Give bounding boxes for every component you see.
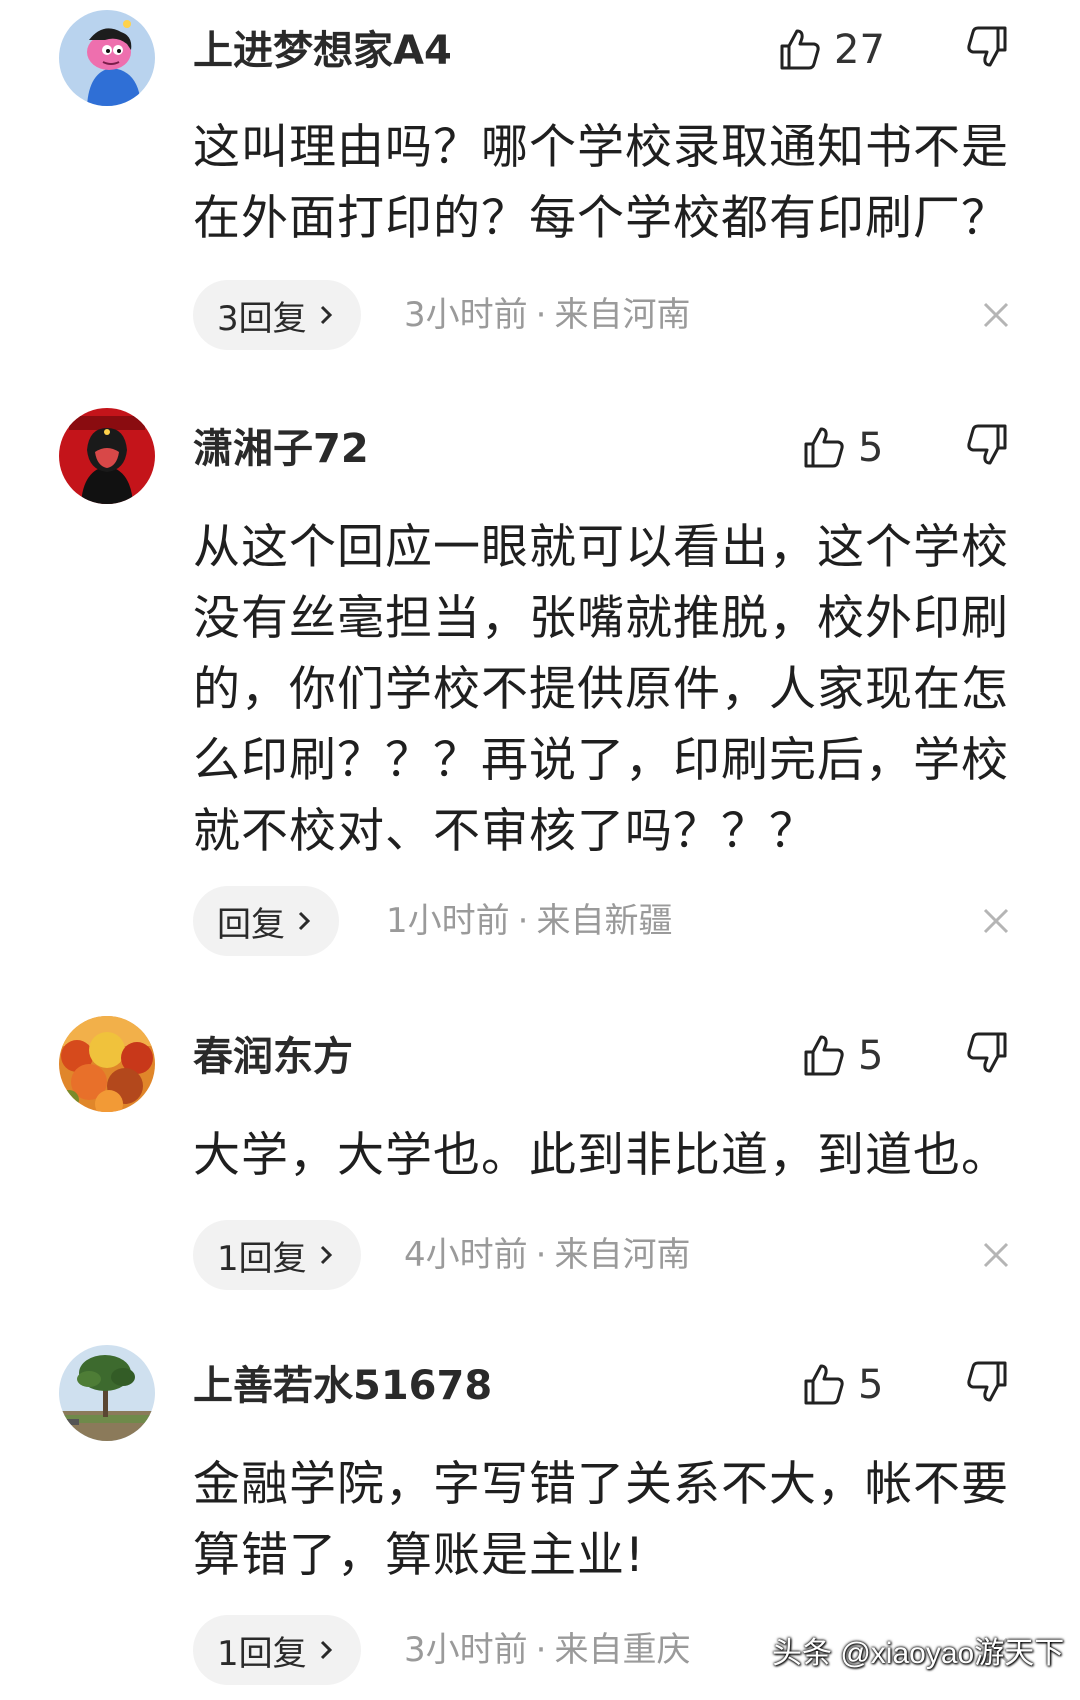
close-icon[interactable] [982,1241,1010,1269]
thumbs-down-icon[interactable] [962,420,1010,468]
comment-meta: 3小时前 · 来自重庆 [404,1615,690,1685]
like-count: 27 [834,27,885,73]
comment-text: 这叫理由吗？哪个学校录取通知书不是 在外面打印的？每个学校都有印刷厂？ [193,112,1013,254]
location: 来自河南 [554,295,691,335]
like-button[interactable]: 5 [800,1028,883,1084]
location: 来自重庆 [554,1630,691,1670]
comment-text: 大学，大学也。此到非比道，到道也。 [193,1120,1013,1191]
timestamp: 4小时前 [404,1235,528,1275]
comment-meta: 1小时前 · 来自新疆 [386,886,672,956]
comment-text: 金融学院，字写错了关系不大，帐不要 算错了，算账是主业! [193,1449,1013,1591]
comment-line: 在外面打印的？每个学校都有印刷厂？ [193,191,1009,246]
comment-line: 金融学院，字写错了关系不大，帐不要 [193,1457,1009,1512]
reply-label: 1回复 [217,1633,307,1674]
username[interactable]: 上进梦想家A4 [193,26,452,76]
reply-label: 回复 [217,904,285,945]
cartoon-character-avatar-icon [59,10,155,106]
comment-line: 没有丝毫担当，张嘴就推脱，校外印刷 [193,591,1009,646]
timestamp: 1小时前 [386,901,510,941]
separator: · [535,1630,547,1670]
comment-meta: 3小时前 · 来自河南 [404,280,690,350]
like-count: 5 [858,1033,884,1079]
username[interactable]: 潇湘子72 [193,424,369,474]
location: 来自新疆 [536,901,673,941]
close-icon[interactable] [982,301,1010,329]
tree-landscape-avatar-icon [59,1345,155,1441]
separator: · [517,901,529,941]
avatar[interactable] [59,408,155,504]
chevron-right-icon [298,911,311,931]
autumn-forest-avatar-icon [59,1016,155,1112]
comment-line: 么印刷？？？再说了，印刷完后，学校 [193,733,1009,788]
reply-label: 3回复 [217,298,307,339]
reply-label: 1回复 [217,1238,307,1279]
separator: · [535,1235,547,1275]
avatar[interactable] [59,10,155,106]
separator: · [535,295,547,335]
timestamp: 3小时前 [404,1630,528,1670]
comment-meta: 4小时前 · 来自河南 [404,1220,690,1290]
comment-footer: 1回复 4小时前 · 来自河南 [0,1220,1080,1290]
comment-line: 大学，大学也。此到非比道，到道也。 [193,1128,1009,1183]
location: 来自河南 [554,1235,691,1275]
timestamp: 3小时前 [404,295,528,335]
thumbs-down-icon[interactable] [962,22,1010,70]
chevron-right-icon [320,1245,332,1265]
username[interactable]: 春润东方 [193,1032,353,1082]
comment-line: 这叫理由吗？哪个学校录取通知书不是 [193,120,1009,175]
like-count: 5 [858,425,884,471]
thumbs-up-icon [780,29,820,70]
comment-line: 从这个回应一眼就可以看出，这个学校 [193,520,1009,575]
reply-button[interactable]: 1回复 [193,1615,361,1685]
like-button[interactable]: 27 [776,22,885,78]
comment-line: 算错了，算账是主业! [193,1528,645,1583]
thumbs-up-icon [804,1364,844,1405]
like-count: 5 [858,1362,884,1408]
comment-text: 从这个回应一眼就可以看出，这个学校 没有丝毫担当，张嘴就推脱，校外印刷 的，你们… [193,512,1013,867]
username[interactable]: 上善若水51678 [193,1361,492,1411]
thumbs-down-icon[interactable] [962,1357,1010,1405]
comment-line: 就不校对、不审核了吗？？？ [193,804,817,859]
thumbs-down-icon[interactable] [962,1028,1010,1076]
close-icon[interactable] [982,907,1010,935]
like-button[interactable]: 5 [800,420,883,476]
comment-footer: 回复 1小时前 · 来自新疆 [0,886,1080,956]
reply-button[interactable]: 1回复 [193,1220,361,1290]
thumbs-up-icon [804,1035,844,1076]
comment-line: 的，你们学校不提供原件，人家现在怎 [193,662,1009,717]
chevron-right-icon [320,1640,332,1660]
watermark: 头条 @xiaoyao游天下 [772,1637,1065,1670]
thumbs-up-icon [804,427,844,468]
avatar[interactable] [59,1016,155,1112]
reply-button[interactable]: 回复 [193,886,339,956]
chevron-right-icon [320,305,332,325]
avatar[interactable] [59,1345,155,1441]
red-portrait-avatar-icon [59,408,155,504]
reply-button[interactable]: 3回复 [193,280,361,350]
like-button[interactable]: 5 [800,1357,883,1413]
comment-footer: 3回复 3小时前 · 来自河南 [0,280,1080,350]
